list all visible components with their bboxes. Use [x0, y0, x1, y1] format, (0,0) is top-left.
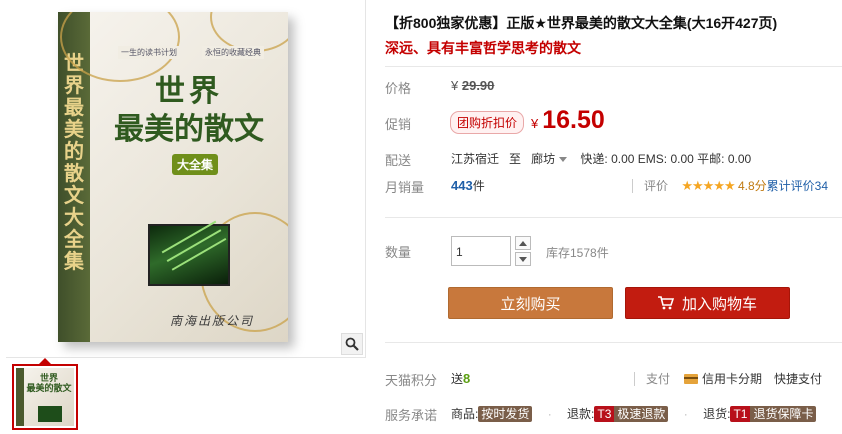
fast-refund-badge[interactable]: 极速退款: [614, 406, 669, 422]
return-guarantee-badge[interactable]: 退货保障卡: [750, 406, 817, 422]
cover-publisher: 南海出版公司: [170, 314, 255, 328]
shipping-destination[interactable]: 廊坊: [531, 152, 555, 166]
rating-summary: 评价 ★★★★★ 4.8分累计评价34: [644, 177, 828, 194]
product-gallery: 世界最美的散文大全集 一生的读书计划 永恒的收藏经典 世界 最美的散文 大全集 …: [0, 0, 366, 434]
promo-price-value: 16.50: [542, 106, 605, 134]
quantity-input[interactable]: 1: [451, 236, 511, 266]
rating-score: 4.8分: [737, 179, 767, 193]
service-item1-prefix: 商品:: [451, 407, 479, 421]
quantity-decrease-button[interactable]: [515, 252, 531, 266]
shipping-express-fee: 快递: 0.00: [580, 152, 635, 166]
zoom-button[interactable]: [341, 333, 363, 355]
magnifier-icon: [345, 337, 359, 351]
stock-count: 库存1578件: [546, 246, 609, 260]
cart-icon: [657, 296, 674, 310]
credit-card-icon: [684, 374, 699, 384]
credit-installment-option[interactable]: 信用卡分期: [702, 372, 762, 386]
thumbnail-item[interactable]: 世界 最美的散文: [12, 364, 78, 430]
service-promises: 商品: 按时发货 · 退款: T3 极速退款 · 退货: T1 退货保障卡: [451, 405, 817, 422]
product-subtitle: 深远、具有丰富哲学思考的散文: [385, 40, 581, 56]
buy-now-label: 立刻购买: [500, 295, 561, 313]
rating-label: 评价: [644, 179, 669, 193]
thumbnail-title-line2: 最美的散文: [26, 384, 72, 394]
promo-tag: 团购折扣价: [450, 111, 525, 134]
payment-options: 支付 信用卡分期 快捷支付: [646, 370, 822, 387]
quick-pay-option[interactable]: 快捷支付: [774, 372, 822, 386]
book-front-cover: 一生的读书计划 永恒的收藏经典 世界 最美的散文 大全集 南海出版公司: [60, 12, 288, 342]
chevron-down-icon[interactable]: [559, 157, 568, 162]
service-item3-prefix: 退货:: [703, 407, 731, 421]
quantity-increase-button[interactable]: [515, 236, 531, 250]
buy-now-button[interactable]: 立刻购买: [448, 287, 613, 319]
service-item2-prefix: 退款:: [567, 407, 595, 421]
cover-photo: [148, 224, 230, 286]
divider: [385, 66, 842, 67]
cover-title-line2: 最美的散文: [114, 112, 264, 147]
chevron-up-icon: [519, 240, 527, 246]
shipping-label: 配送: [385, 153, 412, 168]
cover-tag-left: 一生的读书计划: [118, 46, 180, 59]
thumbnail-image: 世界 最美的散文: [16, 368, 74, 426]
thumbnail-photo: [38, 406, 62, 422]
separator-dot: ·: [683, 407, 688, 421]
thumbnail-title-line1: 世界: [39, 374, 58, 384]
shipping-info: 江苏宿迁 至 廊坊 快递: 0.00 EMS: 0.00 平邮: 0.00: [451, 150, 751, 167]
add-to-cart-button[interactable]: 加入购物车: [625, 287, 790, 319]
return-code-badge: T1: [730, 406, 751, 422]
sales-unit: 件: [472, 179, 485, 193]
book-cover-image: 世界最美的散文大全集 一生的读书计划 永恒的收藏经典 世界 最美的散文 大全集 …: [58, 12, 288, 342]
product-title: 【折800独家优惠】正版★世界最美的散文大全集(大16开427页): [385, 15, 778, 31]
payment-label: 支付: [646, 372, 671, 386]
sales-count: 443: [451, 178, 473, 193]
ship-on-time-badge[interactable]: 按时发货: [478, 406, 533, 422]
star-rating-icon: ★★★★★: [681, 178, 735, 193]
add-to-cart-label: 加入购物车: [681, 295, 757, 313]
chevron-down-icon: [519, 256, 527, 262]
shipping-surface-fee: 平邮: 0.00: [697, 152, 752, 166]
points-number: 8: [463, 371, 471, 386]
promo-price: ¥16.50: [531, 106, 605, 135]
price-currency: ¥: [451, 78, 459, 93]
sales-label: 月销量: [385, 180, 425, 195]
thumbnail-title: 世界 最美的散文: [26, 374, 72, 394]
points-label: 天猫积分: [385, 373, 438, 388]
monthly-sales: 443件: [451, 177, 485, 194]
shipping-ems-fee: EMS: 0.00: [637, 152, 694, 166]
cover-badge: 大全集: [172, 154, 219, 175]
separator-dot: ·: [547, 407, 552, 421]
cover-tag-right: 永恒的收藏经典: [202, 46, 264, 59]
promo-label: 促销: [385, 117, 412, 132]
shipping-to-word: 至: [509, 152, 522, 166]
shipping-from: 江苏宿迁: [451, 152, 500, 166]
divider: [634, 372, 635, 386]
promo-currency: ¥: [531, 116, 539, 131]
product-info: 【折800独家优惠】正版★世界最美的散文大全集(大16开427页) 深远、具有丰…: [368, 0, 842, 434]
points-prefix: 送: [451, 372, 464, 386]
original-price: ¥ 29.90: [451, 78, 494, 93]
main-product-image[interactable]: 世界最美的散文大全集 一生的读书计划 永恒的收藏经典 世界 最美的散文 大全集 …: [6, 0, 366, 358]
thumbnail-spine: [16, 368, 24, 426]
original-price-value: 29.90: [461, 78, 495, 93]
service-label: 服务承诺: [385, 408, 438, 423]
points-value: 送8: [451, 370, 470, 387]
review-count-link[interactable]: 累计评价34: [767, 179, 828, 193]
spine-title: 世界最美的散文大全集: [64, 51, 84, 273]
price-label: 价格: [385, 81, 412, 96]
divider: [632, 179, 633, 193]
divider: [385, 342, 842, 343]
quantity-label: 数量: [385, 245, 412, 260]
divider: [385, 217, 842, 218]
refund-code-badge: T3: [594, 406, 615, 422]
